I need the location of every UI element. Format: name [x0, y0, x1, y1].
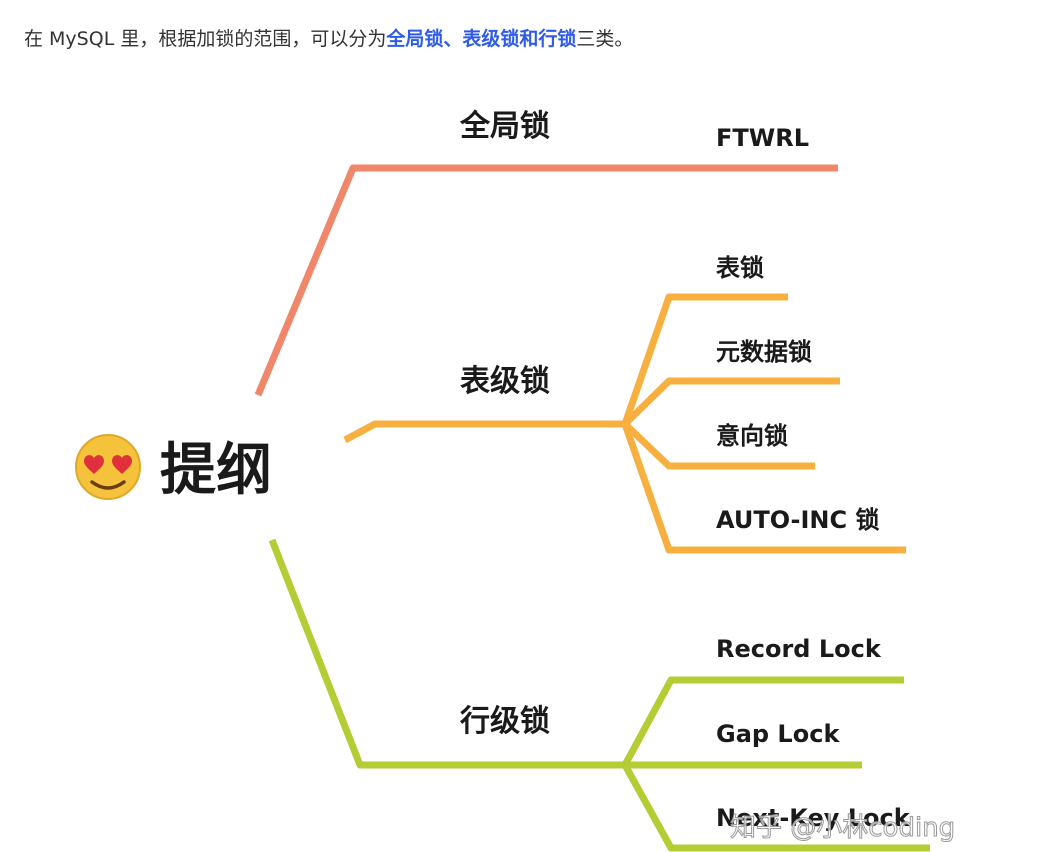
- leaf-label-record-lock: Record Lock: [716, 635, 882, 663]
- mindmap-diagram: 全局锁 表级锁 行级锁 FTWRL 表锁 元数据锁 意向锁 AUTO-INC 锁…: [75, 109, 956, 852]
- leaf-label-auto-inc-lock: AUTO-INC 锁: [716, 506, 880, 534]
- branch-label-global-lock: 全局锁: [459, 109, 550, 144]
- branch-label-table-lock: 表级锁: [460, 364, 550, 399]
- leaf-label-ftwrl: FTWRL: [716, 124, 809, 152]
- branch-row-lock-line: [268, 538, 625, 769]
- leaf-label-gap-lock: Gap Lock: [716, 720, 840, 748]
- leaf-line-metadata-lock: [622, 377, 840, 427]
- root-title: 提纲: [160, 438, 272, 503]
- branch-table-lock-line: [343, 420, 625, 444]
- leaf-label-table-lock: 表锁: [716, 254, 764, 282]
- branch-row-lock: [268, 538, 930, 852]
- leaf-label-intention-lock: 意向锁: [716, 422, 788, 450]
- watermark: 知乎 @小林coding: [730, 813, 955, 843]
- leaf-label-metadata-lock: 元数据锁: [716, 338, 812, 366]
- heart-eyes-emoji-icon: [75, 434, 141, 500]
- branch-label-row-lock: 行级锁: [459, 704, 550, 739]
